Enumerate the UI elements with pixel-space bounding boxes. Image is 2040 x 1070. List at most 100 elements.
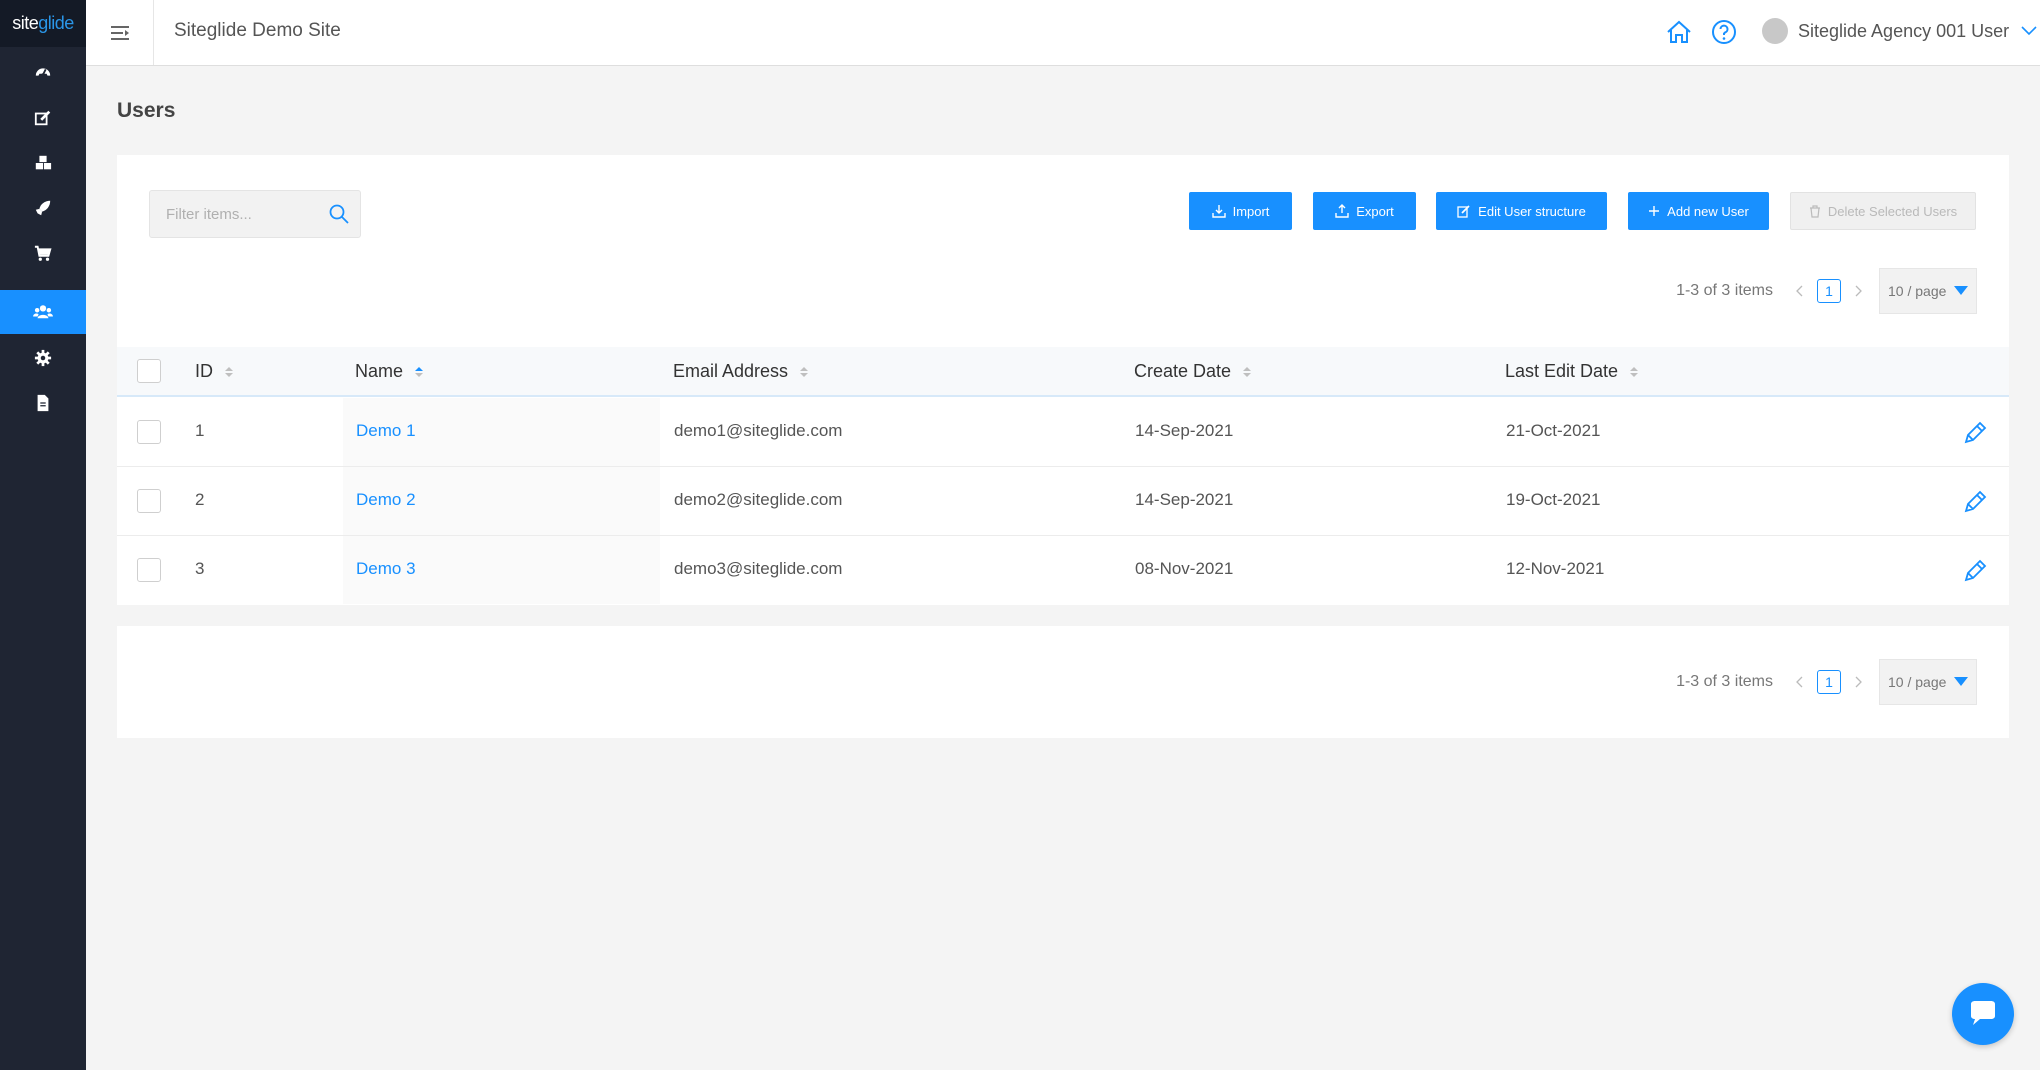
column-header-name[interactable]: Name [355,361,424,382]
pencil-icon[interactable] [1962,489,1988,515]
user-email: demo2@siteglide.com [674,490,843,509]
sort-icon [225,366,233,377]
user-last-edit-date: 19-Oct-2021 [1506,490,1601,509]
delete-selected-users-button[interactable]: Delete Selected Users [1790,192,1976,230]
column-label: Last Edit Date [1505,361,1619,381]
search-icon[interactable] [328,203,350,225]
table-row: 3 Demo 3 demo3@siteglide.com 08-Nov-2021… [117,536,2009,605]
trash-icon [1809,204,1820,218]
add-new-user-button[interactable]: Add new User [1628,192,1769,230]
cart-icon [34,245,52,261]
sidebar: site glide [0,0,86,1070]
user-name-link[interactable]: Demo 1 [356,421,416,441]
chevron-down-icon [2021,26,2037,36]
page-size-select[interactable]: 10 / page [1879,268,1977,314]
prev-page-button[interactable] [1793,284,1807,298]
sort-icon [1630,366,1639,377]
users-panel: Import Export Edit User structure Add ne… [117,155,2009,605]
pagination-bottom: 1-3 of 3 items 1 10 / page [1676,659,1977,705]
user-last-edit-date: 21-Oct-2021 [1506,421,1601,440]
column-label: ID [195,361,213,381]
user-create-date: 08-Nov-2021 [1135,559,1234,578]
users-icon [33,305,53,319]
export-icon [1335,204,1349,218]
export-label: Export [1356,203,1394,219]
prev-page-button[interactable] [1793,675,1807,689]
pencil-icon[interactable] [1962,420,1988,446]
sidebar-item-settings[interactable] [0,336,86,380]
menu-toggle-button[interactable] [86,0,154,65]
user-name-link[interactable]: Demo 2 [356,490,416,510]
page-size-value: 10 / page [1888,283,1947,299]
column-header-last-edit-date[interactable]: Last Edit Date [1505,361,1639,382]
table-row: 1 Demo 1 demo1@siteglide.com 14-Sep-2021… [117,398,2009,467]
user-email: demo1@siteglide.com [674,421,843,440]
user-id: 2 [195,490,205,509]
page-number-button[interactable]: 1 [1817,279,1841,303]
user-create-date: 14-Sep-2021 [1135,490,1234,509]
page-number-button[interactable]: 1 [1817,670,1841,694]
column-label: Email Address [673,361,789,381]
sidebar-item-dashboard[interactable] [0,50,86,94]
caret-down-icon [1954,677,1968,686]
import-icon [1211,205,1226,218]
user-last-edit-date: 12-Nov-2021 [1506,559,1605,578]
sidebar-item-cms[interactable] [0,96,86,140]
select-all-checkbox[interactable] [137,359,161,383]
sidebar-item-modules[interactable] [0,141,86,185]
user-create-date: 14-Sep-2021 [1135,421,1234,440]
row-checkbox[interactable] [137,558,161,582]
pencil-icon[interactable] [1962,558,1988,584]
caret-down-icon [1954,286,1968,295]
avatar [1762,18,1788,44]
chat-button[interactable] [1952,983,2014,1045]
user-name-link[interactable]: Demo 3 [356,559,416,579]
help-button[interactable] [1709,17,1739,47]
home-button[interactable] [1664,17,1694,47]
pagination-top: 1-3 of 3 items 1 10 / page [1676,268,1977,314]
user-menu[interactable]: Siteglide Agency 001 User [1762,16,2037,46]
next-page-button[interactable] [1851,675,1865,689]
sidebar-item-publish[interactable] [0,186,86,230]
home-icon [1667,20,1691,43]
column-header-email[interactable]: Email Address [673,361,809,382]
sidebar-item-files[interactable] [0,381,86,425]
row-checkbox[interactable] [137,489,161,513]
user-id: 3 [195,559,205,578]
sort-icon [1243,366,1252,377]
table-row: 2 Demo 2 demo2@siteglide.com 14-Sep-2021… [117,467,2009,536]
next-page-button[interactable] [1851,284,1865,298]
page-size-value: 10 / page [1888,674,1947,690]
pagination-summary: 1-3 of 3 items [1676,282,1773,299]
column-label: Name [355,361,404,381]
cubes-icon [35,155,52,170]
siteglide-logo[interactable]: site glide [0,0,86,47]
chevron-left-icon [1796,285,1803,297]
export-button[interactable]: Export [1313,192,1416,230]
edit-icon [1457,205,1470,218]
delete-selected-users-label: Delete Selected Users [1827,203,1958,219]
chevron-right-icon [1855,285,1862,297]
row-checkbox[interactable] [137,420,161,444]
menu-icon [110,25,129,40]
logo-prefix: site [12,13,39,33]
import-label: Import [1232,203,1270,219]
help-icon [1712,20,1736,44]
edit-user-structure-button[interactable]: Edit User structure [1436,192,1607,230]
edit-icon [34,110,51,126]
filter-input[interactable] [150,191,320,237]
top-bar: Siteglide Demo Site Siteglide Agency 001… [86,0,2040,66]
filter-box [149,190,361,238]
user-name: Siteglide Agency 001 User [1798,20,2010,41]
column-header-id[interactable]: ID [195,361,233,382]
gear-icon [34,349,52,367]
user-email: demo3@siteglide.com [674,559,843,578]
sidebar-item-users[interactable] [0,290,86,334]
column-header-create-date[interactable]: Create Date [1134,361,1252,382]
sidebar-item-ecommerce[interactable] [0,231,86,275]
import-button[interactable]: Import [1189,192,1292,230]
page-size-select[interactable]: 10 / page [1879,659,1977,705]
dashboard-icon [35,68,51,77]
pagination-panel: 1-3 of 3 items 1 10 / page [117,626,2009,738]
user-id: 1 [195,421,205,440]
